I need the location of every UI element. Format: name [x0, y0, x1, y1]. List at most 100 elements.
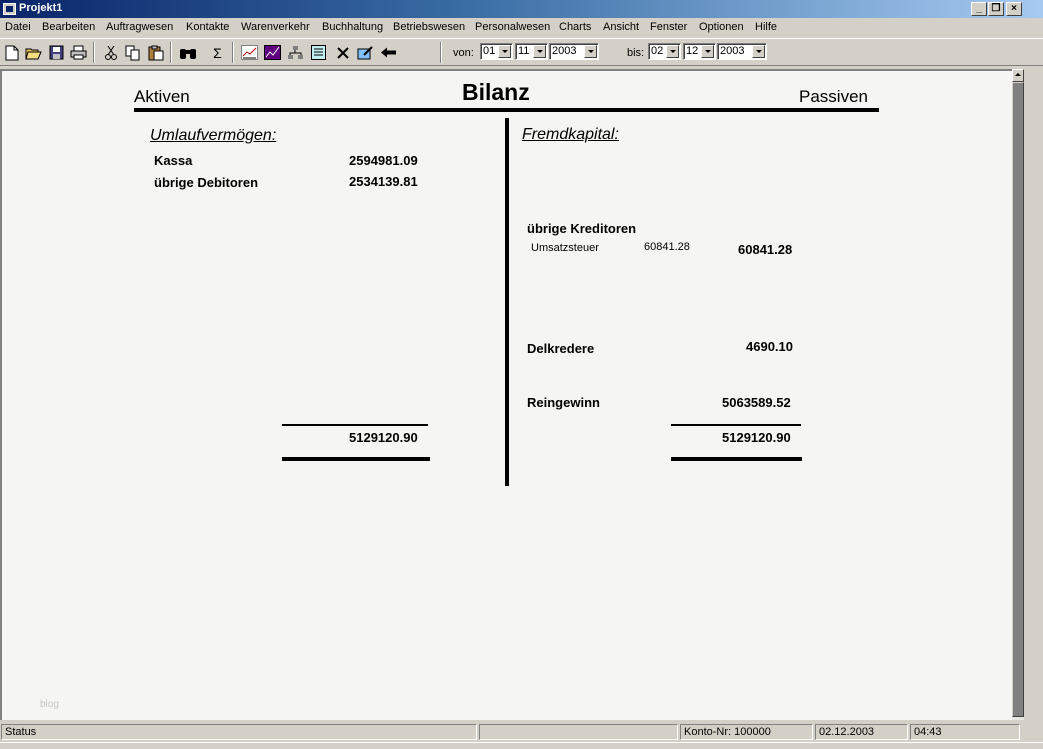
print-icon[interactable]	[68, 42, 89, 63]
menu-personalwesen[interactable]: Personalwesen	[475, 21, 550, 33]
von-month-select[interactable]: 11	[515, 43, 548, 60]
aktiven-total-rule	[282, 457, 430, 461]
umlaufvermoegen-heading: Umlaufvermögen:	[150, 127, 277, 144]
aktiven-header: Aktiven	[134, 87, 190, 106]
menu-bearbeiten[interactable]: Bearbeiten	[42, 21, 95, 33]
chart-icon[interactable]	[239, 42, 260, 63]
von-year-value: 2003	[552, 45, 577, 57]
bis-month-value: 12	[686, 45, 699, 57]
menu-ansicht[interactable]: Ansicht	[603, 21, 639, 33]
window-edge	[1024, 69, 1043, 720]
delkredere-value: 4690.10	[746, 339, 793, 354]
bis-year-value: 2003	[720, 45, 745, 57]
kassa-value: 2594981.09	[349, 153, 418, 168]
sum-icon[interactable]: Σ	[207, 42, 228, 63]
toolbar-separator	[232, 42, 234, 63]
bis-month-select[interactable]: 12	[683, 43, 716, 60]
menu-datei[interactable]: Datei	[5, 21, 31, 33]
close-button[interactable]: ×	[1006, 2, 1022, 16]
header-rule	[134, 108, 879, 112]
toolbar-separator	[170, 42, 172, 63]
status-text: Status	[1, 724, 477, 740]
debitoren-label: übrige Debitoren	[154, 175, 259, 190]
chevron-down-icon[interactable]	[498, 45, 511, 58]
cut-icon[interactable]	[100, 42, 121, 63]
chevron-down-icon[interactable]	[752, 45, 765, 58]
app-icon[interactable]	[3, 3, 16, 15]
menu-buchhaltung[interactable]: Buchhaltung	[322, 21, 383, 33]
menu-betriebswesen[interactable]: Betriebswesen	[393, 21, 465, 33]
debitoren-value: 2534139.81	[349, 174, 418, 189]
page-title: Bilanz	[462, 79, 530, 105]
aktiven-total: 5129120.90	[349, 430, 418, 445]
umsatzsteuer-value: 60841.28	[644, 241, 690, 253]
chevron-down-icon[interactable]	[533, 45, 546, 58]
toolbar: Σ von: 01 11 2003 bis: 02 12 2003	[0, 38, 1043, 66]
von-day-select[interactable]: 01	[480, 43, 513, 60]
passiven-header: Passiven	[799, 87, 868, 106]
save-icon[interactable]	[46, 42, 67, 63]
umsatzsteuer-label: Umsatzsteuer	[531, 242, 599, 254]
chevron-down-icon[interactable]	[701, 45, 714, 58]
bis-year-select[interactable]: 2003	[717, 43, 767, 60]
menu-optionen[interactable]: Optionen	[699, 21, 744, 33]
open-folder-icon[interactable]	[23, 42, 44, 63]
passiven-total-rule	[671, 457, 802, 461]
taskbar	[0, 742, 1043, 749]
vertical-scrollbar[interactable]	[1012, 69, 1024, 720]
bis-day-value: 02	[651, 45, 664, 57]
report-area[interactable]: Aktiven Bilanz Passiven Umlaufvermögen: …	[0, 69, 1012, 720]
menu-charts[interactable]: Charts	[559, 21, 591, 33]
status-date: 02.12.2003	[815, 724, 908, 740]
status-bar: Status Konto-Nr: 100000 02.12.2003 04:43	[0, 722, 1043, 742]
paste-icon[interactable]	[145, 42, 166, 63]
bis-label: bis:	[627, 47, 645, 59]
von-month-value: 11	[518, 45, 530, 57]
status-time: 04:43	[910, 724, 1020, 740]
menu-fenster[interactable]: Fenster	[650, 21, 687, 33]
passiven-sum-rule	[671, 424, 801, 426]
von-label: von:	[453, 47, 474, 59]
delete-icon[interactable]	[332, 42, 353, 63]
scrollbar-thumb[interactable]	[1012, 82, 1024, 717]
watermark: blog	[40, 699, 59, 710]
window-title: Projekt1	[19, 2, 63, 14]
minimize-button[interactable]: _	[971, 2, 987, 16]
binoculars-icon[interactable]	[177, 42, 198, 63]
kreditoren-label: übrige Kreditoren	[527, 221, 637, 236]
bis-day-select[interactable]: 02	[648, 43, 681, 60]
app-window: Projekt1 _ ❐ × Datei Bearbeiten Auftragw…	[0, 0, 1043, 749]
fremdkapital-heading: Fremdkapital:	[522, 126, 619, 143]
chevron-down-icon[interactable]	[584, 45, 597, 58]
aktiven-sum-rule	[282, 424, 428, 426]
menu-hilfe[interactable]: Hilfe	[755, 21, 777, 33]
menu-kontakte[interactable]: Kontakte	[186, 21, 229, 33]
menu-warenverkehr[interactable]: Warenverkehr	[241, 21, 310, 33]
toolbar-separator	[93, 42, 95, 63]
new-icon[interactable]	[1, 42, 22, 63]
kassa-label: Kassa	[154, 153, 193, 168]
back-arrow-icon[interactable]	[378, 42, 399, 63]
restore-button[interactable]: ❐	[988, 2, 1004, 16]
toolbar-separator	[440, 42, 442, 63]
menu-bar: Datei Bearbeiten Auftragwesen Kontakte W…	[0, 18, 1043, 38]
konto-nr: Konto-Nr: 100000	[680, 724, 813, 740]
list-icon[interactable]	[308, 42, 329, 63]
hierarchy-icon[interactable]	[285, 42, 306, 63]
passiven-total: 5129120.90	[722, 430, 791, 445]
title-bar[interactable]: Projekt1 _ ❐ ×	[0, 0, 1043, 18]
menu-auftragwesen[interactable]: Auftragwesen	[106, 21, 173, 33]
t-account-divider	[505, 118, 509, 486]
delkredere-label: Delkredere	[527, 341, 595, 356]
chevron-down-icon[interactable]	[666, 45, 679, 58]
copy-icon[interactable]	[122, 42, 143, 63]
status-empty-pane	[479, 724, 678, 740]
edit-icon[interactable]	[355, 42, 376, 63]
von-day-value: 01	[483, 45, 496, 57]
reingewinn-label: Reingewinn	[527, 395, 600, 410]
kreditoren-value: 60841.28	[738, 242, 793, 257]
reingewinn-value: 5063589.52	[722, 395, 791, 410]
scroll-up-icon[interactable]	[1012, 69, 1024, 82]
von-year-select[interactable]: 2003	[549, 43, 599, 60]
line-chart-icon[interactable]	[262, 42, 283, 63]
